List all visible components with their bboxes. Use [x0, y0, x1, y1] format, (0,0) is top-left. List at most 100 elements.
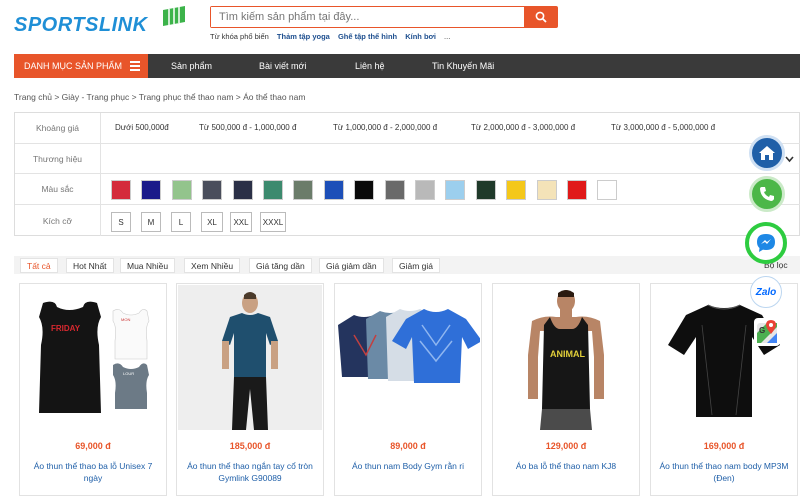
color-swatch[interactable] — [141, 180, 162, 200]
product-name[interactable]: Áo thun thể thao ba lỗ Unisex 7 ngày — [26, 460, 160, 484]
color-swatch[interactable] — [384, 180, 405, 200]
messenger-icon — [757, 234, 775, 252]
sort-discount[interactable]: Giảm giá — [392, 258, 441, 273]
sportslink-logo[interactable]: SPORTSLINK — [14, 6, 189, 40]
chevron-down-icon[interactable] — [785, 155, 794, 163]
svg-text:ANIMAL: ANIMAL — [550, 349, 585, 359]
color-swatch[interactable] — [293, 180, 314, 200]
filter-label-color: Màu sắc — [15, 174, 101, 204]
sort-hot[interactable]: Hot Nhất — [66, 258, 114, 273]
zalo-fab[interactable]: Zalo — [750, 276, 782, 308]
sort-most-viewed[interactable]: Xem Nhiều — [184, 258, 241, 273]
nav-item-products[interactable]: Sản phẩm — [171, 54, 212, 78]
keyword-more[interactable]: ... — [444, 32, 450, 41]
color-swatch[interactable] — [567, 180, 587, 200]
keywords-label: Từ khóa phổ biến — [210, 32, 269, 41]
maps-fab[interactable]: G — [754, 318, 780, 346]
sort-most-bought[interactable]: Mua Nhiều — [120, 258, 176, 273]
phone-icon — [760, 187, 774, 201]
color-swatch[interactable] — [445, 180, 466, 200]
product-card[interactable]: 169,000 đ Áo thun thể thao nam body MP3M… — [650, 283, 798, 496]
product-name[interactable]: Áo thun nam Body Gym rằn ri — [341, 460, 475, 472]
size-option[interactable]: L — [171, 212, 191, 232]
filter-row-size: Kích cỡ S M L XL XXL XXXL — [15, 205, 800, 236]
color-swatch[interactable] — [475, 180, 496, 200]
filter-row-price: Khoảng giá Dưới 500,000đ Từ 500,000 đ - … — [15, 113, 800, 144]
size-option[interactable]: S — [111, 212, 131, 232]
product-price: 185,000 đ — [229, 441, 271, 451]
svg-text:LOUR: LOUR — [123, 371, 134, 376]
price-option[interactable]: Từ 500,000 đ - 1,000,000 đ — [199, 113, 296, 143]
product-name[interactable]: Áo thun thể thao nam body MP3M (Đen) — [657, 460, 791, 484]
search-input[interactable] — [211, 7, 523, 27]
product-price: 89,000 đ — [390, 441, 426, 451]
home-icon — [759, 146, 775, 160]
product-price: 169,000 đ — [703, 441, 745, 451]
zalo-label: Zalo — [755, 286, 777, 298]
site-header: SPORTSLINK Từ khóa phổ biến Thảm tập yog… — [0, 0, 800, 54]
product-image[interactable] — [652, 285, 796, 430]
product-price: 69,000 đ — [75, 441, 111, 451]
color-swatch[interactable] — [111, 180, 131, 200]
price-option[interactable]: Từ 1,000,000 đ - 2,000,000 đ — [333, 113, 437, 143]
nav-item-contact[interactable]: Liên hệ — [355, 54, 385, 78]
product-image[interactable] — [336, 285, 480, 430]
size-option[interactable]: XL — [201, 212, 223, 232]
home-fab[interactable] — [749, 135, 785, 171]
color-swatch[interactable] — [232, 180, 253, 200]
price-option[interactable]: Dưới 500,000đ — [115, 113, 169, 143]
phone-fab[interactable] — [749, 176, 785, 212]
keyword-link[interactable]: Thảm tập yoga — [277, 32, 330, 41]
color-swatch[interactable] — [536, 180, 557, 200]
color-swatch[interactable] — [506, 180, 527, 200]
color-swatch[interactable] — [202, 180, 223, 200]
nav-item-promotions[interactable]: Tin Khuyến Mãi — [432, 54, 494, 78]
logo-flag-icon — [163, 6, 185, 26]
product-image[interactable]: FRIDAY MON LOUR — [21, 285, 165, 430]
filter-row-color: Màu sắc — [15, 174, 800, 205]
price-option[interactable]: Từ 3,000,000 đ - 5,000,000 đ — [611, 113, 715, 143]
sort-price-asc[interactable]: Giá tăng dần — [249, 258, 312, 273]
size-option[interactable]: M — [141, 212, 161, 232]
keyword-link[interactable]: Kính bơi — [405, 32, 436, 41]
color-swatch[interactable] — [597, 180, 618, 200]
logo-text: SPORTSLINK — [14, 14, 148, 36]
color-swatch[interactable] — [323, 180, 344, 200]
svg-text:FRIDAY: FRIDAY — [51, 324, 81, 333]
product-image[interactable]: ANIMAL — [494, 285, 638, 430]
price-option[interactable]: Từ 2,000,000 đ - 3,000,000 đ — [471, 113, 575, 143]
product-card[interactable]: FRIDAY MON LOUR 69,000 đ Áo thun thể tha… — [19, 283, 167, 496]
product-name[interactable]: Áo ba lỗ thể thao nam KJ8 — [499, 460, 633, 472]
sort-bar: Tất cả Hot Nhất Mua Nhiều Xem Nhiều Giá … — [14, 256, 800, 274]
product-card[interactable]: 185,000 đ Áo thun thể thao ngắn tay cổ t… — [176, 283, 324, 496]
sort-all[interactable]: Tất cả — [20, 258, 58, 273]
search-icon — [535, 11, 547, 23]
product-image[interactable] — [178, 285, 322, 430]
nav-item-articles[interactable]: Bài viết mới — [259, 54, 306, 78]
size-option[interactable]: XXL — [230, 212, 252, 232]
category-menu-label: DANH MỤC SẢN PHẨM — [24, 61, 123, 71]
filter-row-brand: Thương hiệu — [15, 144, 800, 174]
product-card[interactable]: ANIMAL 129,000 đ Áo ba lỗ thể thao nam K… — [492, 283, 640, 496]
svg-text:G: G — [759, 326, 765, 335]
svg-text:MON: MON — [121, 317, 130, 322]
color-swatch[interactable] — [415, 180, 435, 200]
color-swatch[interactable] — [263, 180, 283, 200]
sort-price-desc[interactable]: Giá giảm dần — [319, 258, 384, 273]
popular-keywords: Từ khóa phổ biến Thảm tập yoga Ghế tập t… — [210, 32, 456, 41]
filter-label-price: Khoảng giá — [15, 113, 101, 143]
filter-label-size: Kích cỡ — [15, 205, 101, 236]
size-option[interactable]: XXXL — [260, 212, 286, 232]
breadcrumb[interactable]: Trang chủ > Giày - Trang phục > Trang ph… — [14, 92, 305, 102]
keyword-link[interactable]: Ghế tập thể hình — [338, 32, 397, 41]
product-name[interactable]: Áo thun thể thao ngắn tay cổ tròn Gymlin… — [183, 460, 317, 484]
category-menu-button[interactable]: DANH MỤC SẢN PHẨM — [14, 54, 148, 78]
search-button[interactable] — [524, 7, 557, 27]
color-swatch[interactable] — [171, 180, 192, 200]
product-card[interactable]: 89,000 đ Áo thun nam Body Gym rằn ri — [334, 283, 482, 496]
main-navbar: DANH MỤC SẢN PHẨM Sản phẩm Bài viết mới … — [14, 54, 800, 78]
messenger-fab[interactable] — [745, 222, 787, 264]
color-swatch[interactable] — [354, 180, 375, 200]
google-maps-icon: G — [757, 320, 777, 343]
filter-label-brand: Thương hiệu — [15, 144, 101, 173]
